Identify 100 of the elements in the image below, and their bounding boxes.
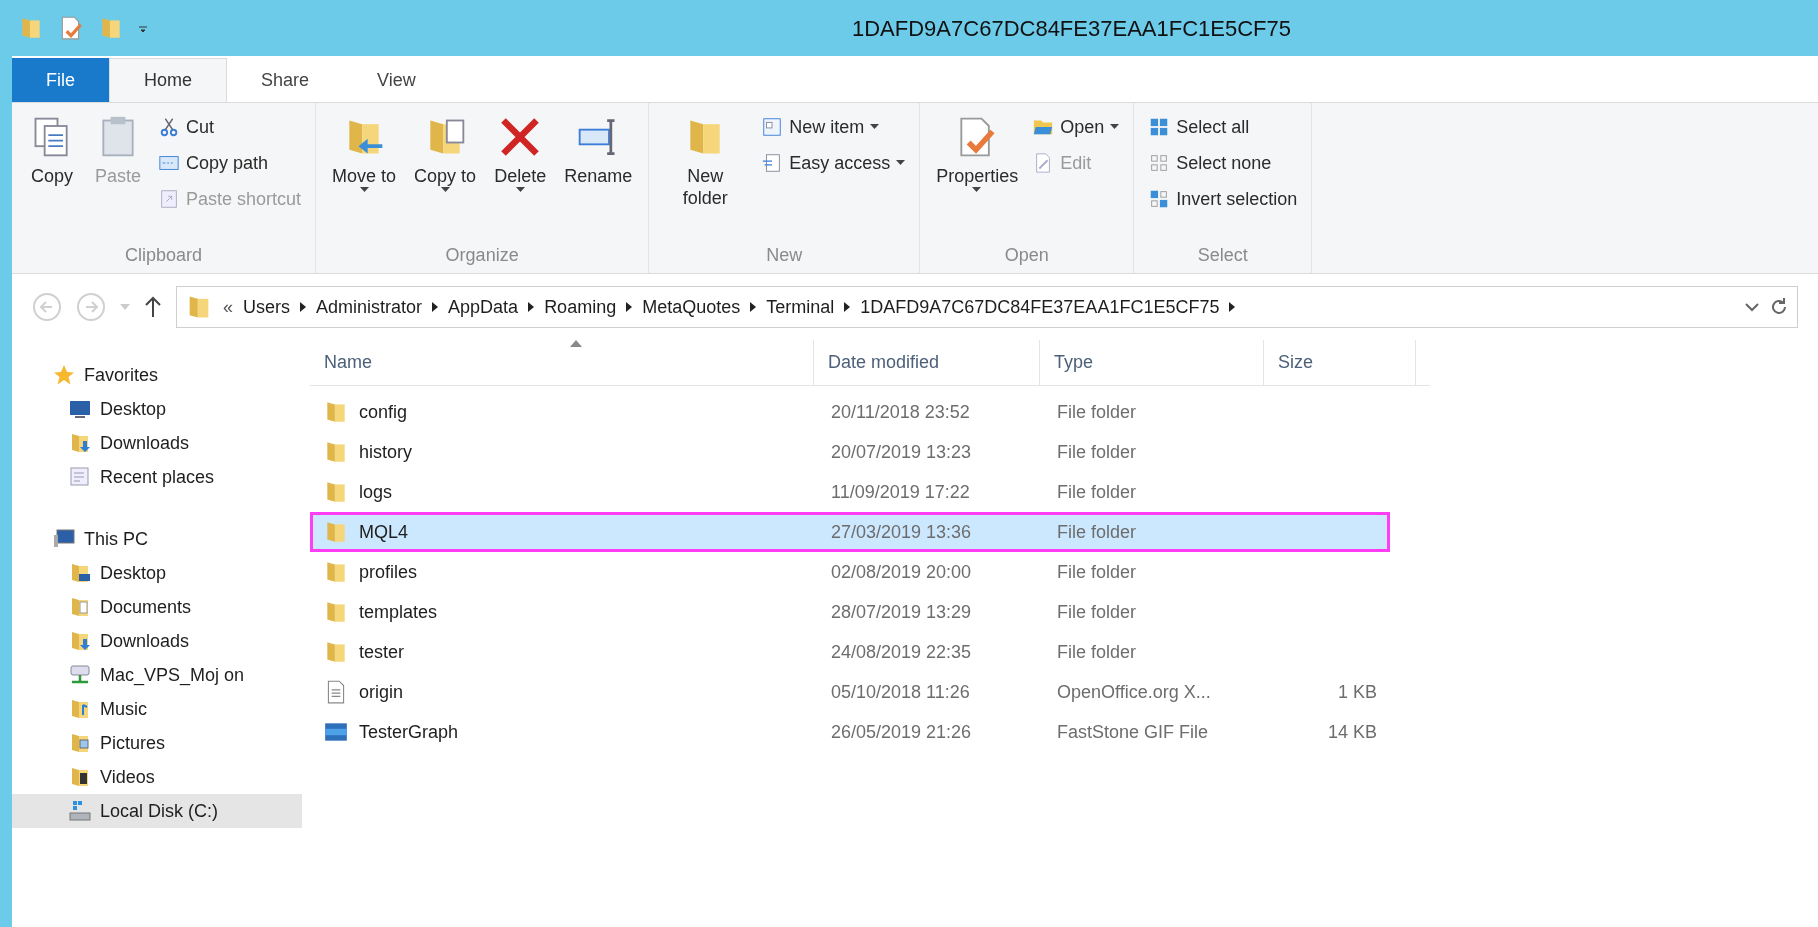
column-header[interactable]: Date modified bbox=[814, 340, 1040, 385]
file-name: history bbox=[359, 440, 412, 464]
window-title: 1DAFD9A7C67DC84FE37EAA1FC1E5CF75 bbox=[852, 14, 1291, 43]
ribbon-button[interactable]: Easy access bbox=[757, 145, 910, 181]
overflow-chevron[interactable]: « bbox=[223, 293, 233, 321]
breadcrumb[interactable]: Roaming bbox=[544, 293, 617, 321]
sidebar-item[interactable]: Desktop bbox=[12, 392, 302, 426]
date-cell-text: 11/09/2019 17:22 bbox=[830, 480, 971, 504]
caret-icon bbox=[1110, 124, 1120, 130]
sort-arrow-icon bbox=[570, 340, 582, 347]
type-cell-text: File folder bbox=[1056, 560, 1138, 584]
group-label: Select bbox=[1196, 244, 1249, 267]
sidebar-item[interactable]: Recent places bbox=[12, 460, 302, 494]
sidebar-item[interactable]: Videos bbox=[12, 760, 302, 794]
ribbon-button[interactable]: Copy bbox=[22, 109, 82, 237]
chevron-right-icon bbox=[626, 302, 633, 312]
group-label: Clipboard bbox=[124, 244, 204, 267]
ribbon-tab[interactable]: View bbox=[343, 58, 450, 102]
ribbon-button[interactable]: New item bbox=[757, 109, 910, 145]
caret-icon bbox=[359, 187, 369, 193]
type-cell-text: File folder bbox=[1056, 440, 1138, 464]
chevron-right-icon bbox=[1229, 302, 1236, 312]
dropdown-chevron-icon[interactable] bbox=[1745, 302, 1759, 312]
caret-icon bbox=[870, 124, 880, 130]
sidebar-item[interactable]: This PC bbox=[12, 522, 302, 556]
caret-icon bbox=[440, 187, 450, 193]
sidebar-item[interactable]: Favorites bbox=[12, 358, 302, 392]
ribbon-button[interactable]: Properties bbox=[930, 109, 1023, 237]
address-bar[interactable]: « Users Administrator AppData Roaming MetaQuotes Terminal 1DAFD9A7C67DC84FE37EAA1FC1E5CF75 bbox=[176, 286, 1798, 328]
file-name: TesterGraph bbox=[359, 720, 459, 744]
size-cell-text: 14 KB bbox=[1327, 720, 1377, 744]
file-name: origin bbox=[359, 680, 404, 704]
recent-places-icon bbox=[68, 465, 92, 489]
chevron-right-icon bbox=[750, 302, 757, 312]
size-cell-text: 1 KB bbox=[1337, 680, 1377, 704]
date-cell-text: 02/08/2019 20:00 bbox=[830, 560, 973, 584]
column-header[interactable]: Name bbox=[310, 340, 814, 385]
file-row[interactable]: origin 05/10/2018 11:26 OpenOffice.org X... 1 KB bbox=[310, 672, 1390, 712]
ribbon-button[interactable]: Copy path bbox=[154, 145, 306, 181]
ribbon-tab[interactable]: Share bbox=[227, 58, 344, 102]
file-name: tester bbox=[359, 640, 405, 664]
chevron-right-icon bbox=[432, 302, 439, 312]
ribbon-button[interactable]: New folder bbox=[659, 109, 752, 237]
breadcrumb[interactable]: Users bbox=[243, 293, 291, 321]
sidebar-item[interactable]: Local Disk (C:) bbox=[12, 794, 302, 828]
date-cell-text: 20/07/2019 13:23 bbox=[830, 440, 973, 464]
column-header[interactable]: Size bbox=[1264, 340, 1416, 385]
breadcrumb[interactable]: Administrator bbox=[316, 293, 423, 321]
refresh-icon[interactable] bbox=[1769, 297, 1789, 317]
file-name: MQL4 bbox=[359, 520, 409, 544]
scissors-icon bbox=[158, 116, 180, 138]
file-row[interactable]: logs 11/09/2019 17:22 File folder bbox=[310, 472, 1390, 512]
file-row[interactable]: history 20/07/2019 13:23 File folder bbox=[310, 432, 1390, 472]
chevron-right-icon bbox=[300, 302, 307, 312]
file-row[interactable]: templates 28/07/2019 13:29 File folder bbox=[310, 592, 1390, 632]
type-cell-text: FastStone GIF File bbox=[1056, 720, 1210, 744]
ribbon-button[interactable]: Delete bbox=[488, 109, 553, 237]
ribbon-tab[interactable]: File bbox=[12, 58, 109, 102]
date-cell-text: 05/10/2018 11:26 bbox=[830, 680, 971, 704]
sidebar-item[interactable]: Pictures bbox=[12, 726, 302, 760]
up-arrow-icon[interactable] bbox=[144, 295, 162, 319]
ribbon-button[interactable]: Copy to bbox=[408, 109, 483, 237]
type-cell-text: File folder bbox=[1056, 640, 1138, 664]
file-row[interactable]: config 20/11/2018 23:52 File folder bbox=[310, 392, 1390, 432]
file-row[interactable]: MQL4 27/03/2019 13:36 File folder bbox=[310, 512, 1390, 552]
file-row[interactable]: tester 24/08/2019 22:35 File folder bbox=[310, 632, 1390, 672]
sidebar-item[interactable]: Downloads bbox=[12, 624, 302, 658]
file-name: logs bbox=[359, 480, 393, 504]
breadcrumb[interactable]: MetaQuotes bbox=[642, 293, 741, 321]
date-cell-text: 24/08/2019 22:35 bbox=[830, 640, 973, 664]
ribbon-button[interactable]: Rename bbox=[558, 109, 639, 237]
breadcrumb[interactable]: AppData bbox=[448, 293, 519, 321]
caret-icon[interactable] bbox=[138, 23, 148, 33]
file-row[interactable]: profiles 02/08/2019 20:00 File folder bbox=[310, 552, 1390, 592]
group-label: New bbox=[765, 244, 804, 267]
file-row[interactable]: TesterGraph 26/05/2019 21:26 FastStone GIF File 14 KB bbox=[310, 712, 1390, 752]
type-cell-text: File folder bbox=[1056, 520, 1138, 544]
breadcrumb[interactable]: 1DAFD9A7C67DC84FE37EAA1FC1E5CF75 bbox=[860, 293, 1220, 321]
breadcrumb[interactable]: Terminal bbox=[766, 293, 835, 321]
ribbon-button[interactable]: Select none bbox=[1144, 145, 1302, 181]
local-disk-icon bbox=[68, 799, 92, 823]
caret-icon bbox=[515, 187, 525, 193]
ribbon-button[interactable]: Select all bbox=[1144, 109, 1302, 145]
sidebar-item[interactable]: Downloads bbox=[12, 426, 302, 460]
file-name: templates bbox=[359, 600, 438, 624]
date-cell-text: 26/05/2019 21:26 bbox=[830, 720, 973, 744]
type-cell-text: File folder bbox=[1056, 480, 1138, 504]
ribbon-button[interactable]: Move to bbox=[326, 109, 403, 237]
group-label: Organize bbox=[444, 244, 520, 267]
column-header[interactable]: Type bbox=[1040, 340, 1264, 385]
ribbon-button[interactable]: Invert selection bbox=[1144, 181, 1302, 217]
sidebar-item[interactable]: Documents bbox=[12, 590, 302, 624]
ribbon-tab[interactable]: Home bbox=[109, 58, 228, 102]
sidebar-item[interactable]: Mac_VPS_Moj on bbox=[12, 658, 302, 692]
sidebar-item[interactable]: Desktop bbox=[12, 556, 302, 590]
ribbon-button[interactable]: Open bbox=[1028, 109, 1124, 145]
type-cell-text: File folder bbox=[1056, 600, 1138, 624]
ribbon-button[interactable]: Cut bbox=[154, 109, 306, 145]
sidebar-item[interactable]: Music bbox=[12, 692, 302, 726]
caret-icon bbox=[971, 187, 981, 193]
